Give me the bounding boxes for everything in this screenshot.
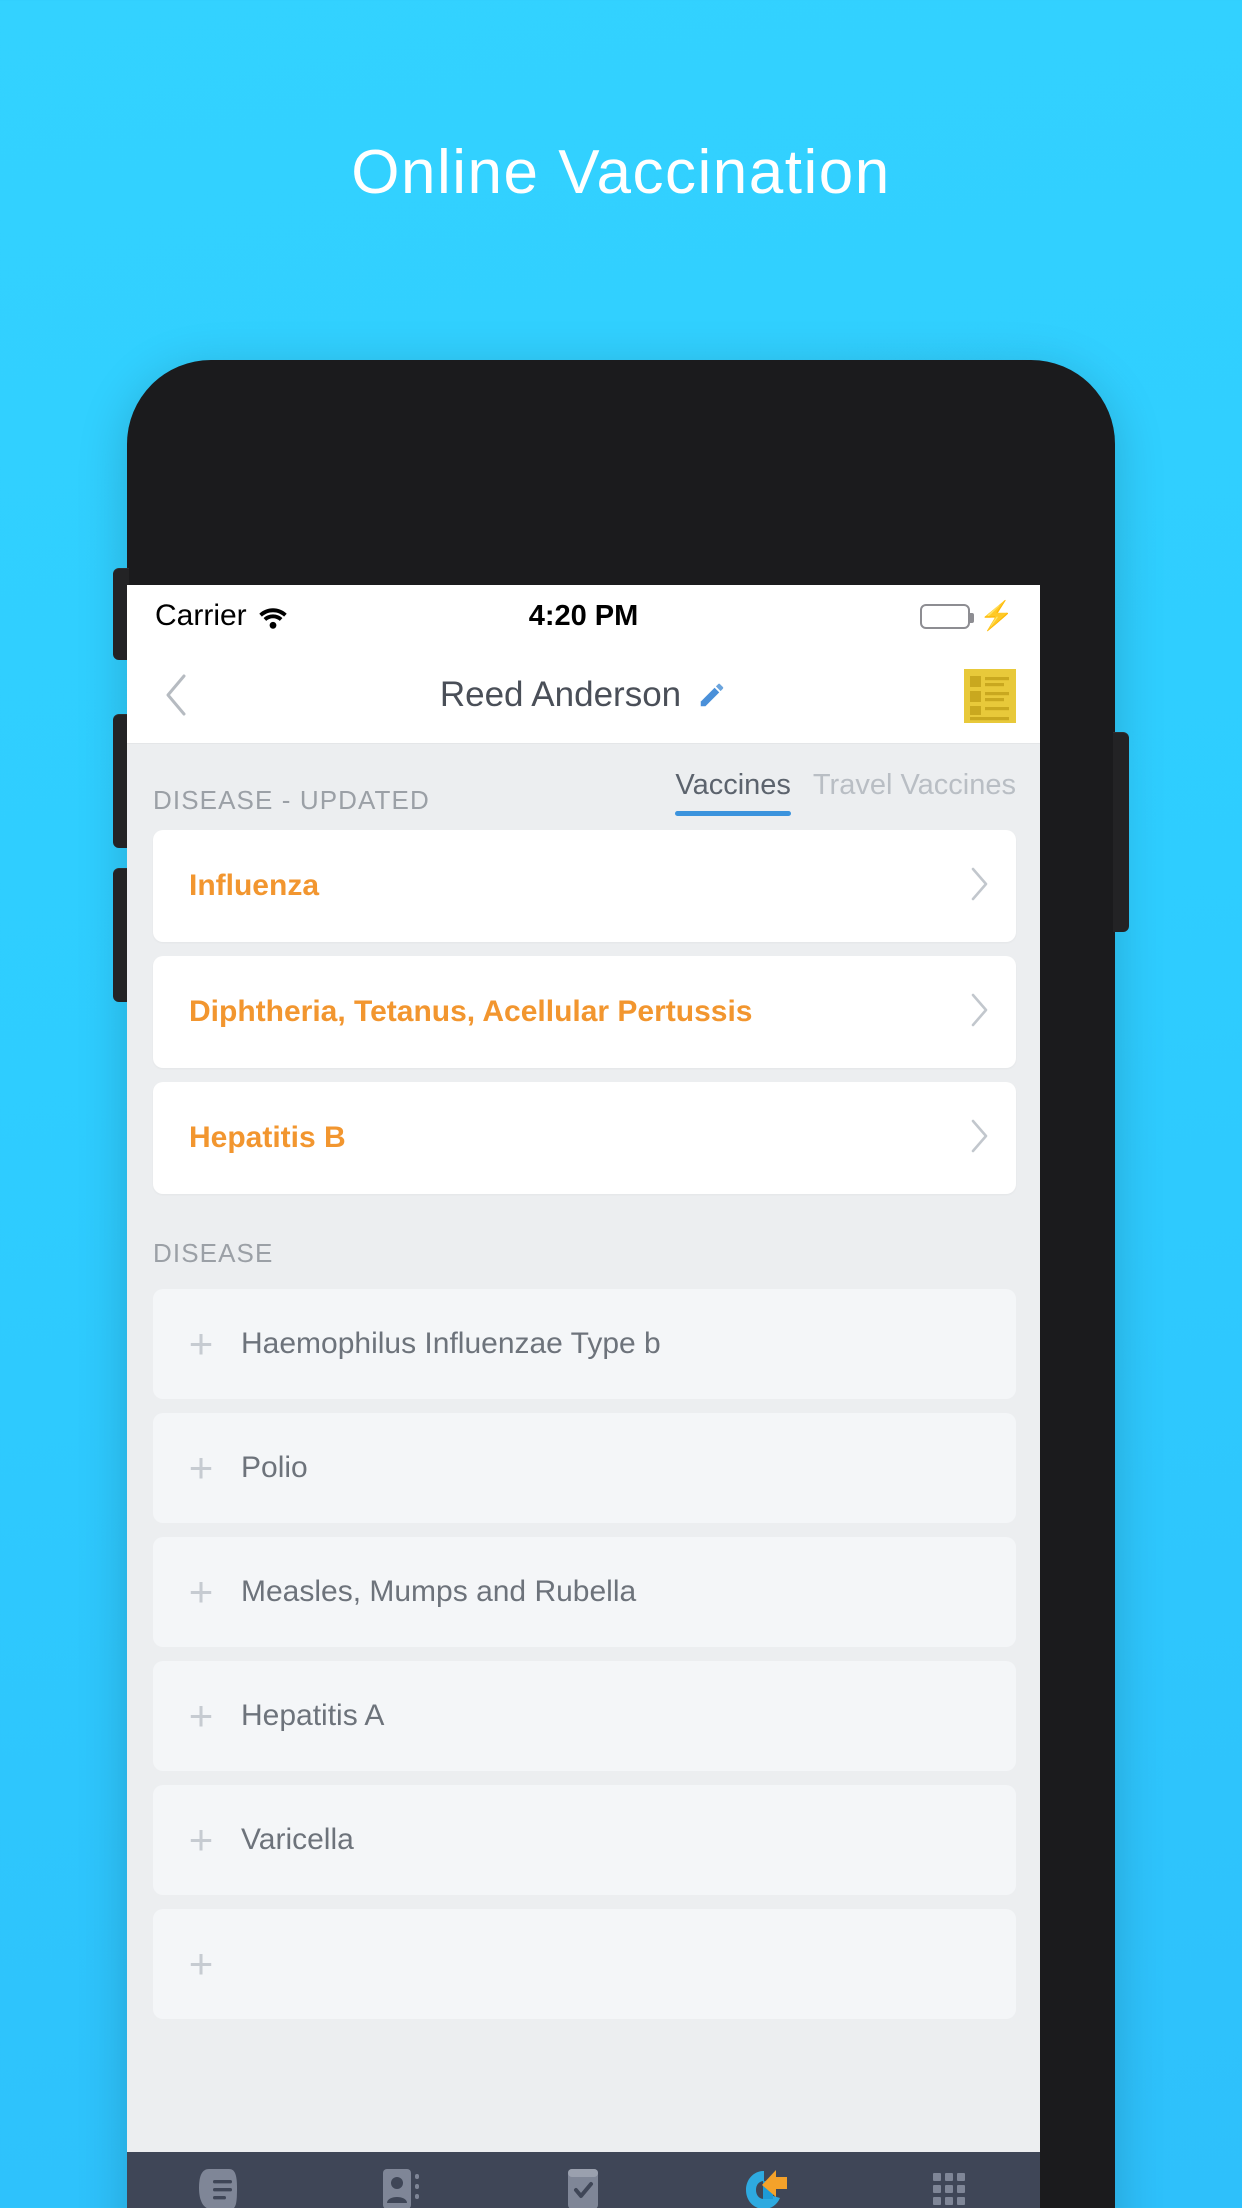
plus-icon[interactable]: + [179,1695,223,1737]
vaxigo-logo-icon [742,2167,790,2208]
phone-screen: Carrier 4:20 PM ⚡ Reed Anderson DISEASE … [127,585,1040,2208]
tab-appointments[interactable]: Appointments [492,2167,675,2208]
list-item[interactable]: + Varicella [153,1785,1016,1895]
status-bar-right: ⚡ [920,602,1014,630]
addressbook-icon [381,2167,421,2208]
tab-vaccines[interactable]: Vaccines [675,769,791,816]
tab-travel-vaccines[interactable]: Travel Vaccines [813,769,1016,816]
nav-title-group: Reed Anderson [247,675,920,715]
vaccine-tabs: Vaccines Travel Vaccines [675,769,1016,816]
disease-name: Measles, Mumps and Rubella [241,1575,637,1608]
pencil-icon[interactable] [697,680,727,710]
list-item[interactable]: + Measles, Mumps and Rubella [153,1537,1016,1647]
lightning-bolt-icon: ⚡ [979,600,1014,631]
chevron-left-icon [166,674,186,716]
list-item[interactable]: + Hepatitis A [153,1661,1016,1771]
vaccine-name: Hepatitis B [189,1121,346,1154]
section-label-updated: DISEASE - UPDATED [153,785,430,815]
list-item[interactable]: Influenza [153,830,1016,942]
bottom-tab-bar: Messaging AddressBook [127,2152,1040,2208]
appointments-checkbox-icon [563,2167,603,2208]
disease-name: Hepatitis A [241,1699,385,1732]
tab-more[interactable]: More [857,2167,1040,2208]
disease-section-header: DISEASE [127,1194,1040,1275]
section-label-disease: DISEASE [153,1238,274,1268]
plus-icon[interactable]: + [179,1943,223,1985]
messaging-icon [197,2167,239,2208]
chevron-right-icon [970,1119,990,1158]
list-document-icon [964,669,1016,723]
power-button[interactable] [1113,732,1129,932]
vaccine-name: Diphtheria, Tetanus, Acellular Pertussis [189,995,753,1028]
chevron-right-icon [970,993,990,1032]
list-item[interactable]: + Polio [153,1413,1016,1523]
tab-vaxigo[interactable]: Vaxigo [675,2167,858,2208]
patient-name: Reed Anderson [439,675,682,714]
plus-icon[interactable]: + [179,1819,223,1861]
plus-icon[interactable]: + [179,1571,223,1613]
disease-name: Haemophilus Influenzae Type b [241,1327,661,1360]
list-item[interactable]: Diphtheria, Tetanus, Acellular Pertussis [153,956,1016,1068]
list-item[interactable]: + [153,1909,1016,2019]
tab-messaging[interactable]: Messaging [127,2167,310,2208]
updated-section-header: DISEASE - UPDATED Vaccines Travel Vaccin… [127,744,1040,816]
disease-list: + Haemophilus Influenzae Type b + Polio … [127,1289,1040,2019]
phone-device-frame: Carrier 4:20 PM ⚡ Reed Anderson DISEASE … [113,360,1129,2208]
back-button[interactable] [153,672,199,718]
navigation-bar: Reed Anderson [127,647,1040,744]
plus-icon[interactable]: + [179,1323,223,1365]
status-bar: Carrier 4:20 PM ⚡ [127,585,1040,647]
list-item[interactable]: Hepatitis B [153,1082,1016,1194]
battery-full-icon [920,603,975,629]
list-item[interactable]: + Haemophilus Influenzae Type b [153,1289,1016,1399]
disease-name: Varicella [241,1823,354,1856]
updated-vaccine-list: Influenza Diphtheria, Tetanus, Acellular… [127,830,1040,1194]
page-title: Online Vaccination [351,138,891,207]
plus-icon[interactable]: + [179,1447,223,1489]
status-bar-clock: 4:20 PM [528,599,639,632]
chevron-right-icon [970,867,990,906]
tab-addressbook[interactable]: AddressBook [310,2167,493,2208]
vaccine-name: Influenza [189,869,320,902]
disease-name: Polio [241,1451,308,1484]
records-list-button[interactable] [962,667,1018,723]
grid-more-icon [929,2167,969,2208]
